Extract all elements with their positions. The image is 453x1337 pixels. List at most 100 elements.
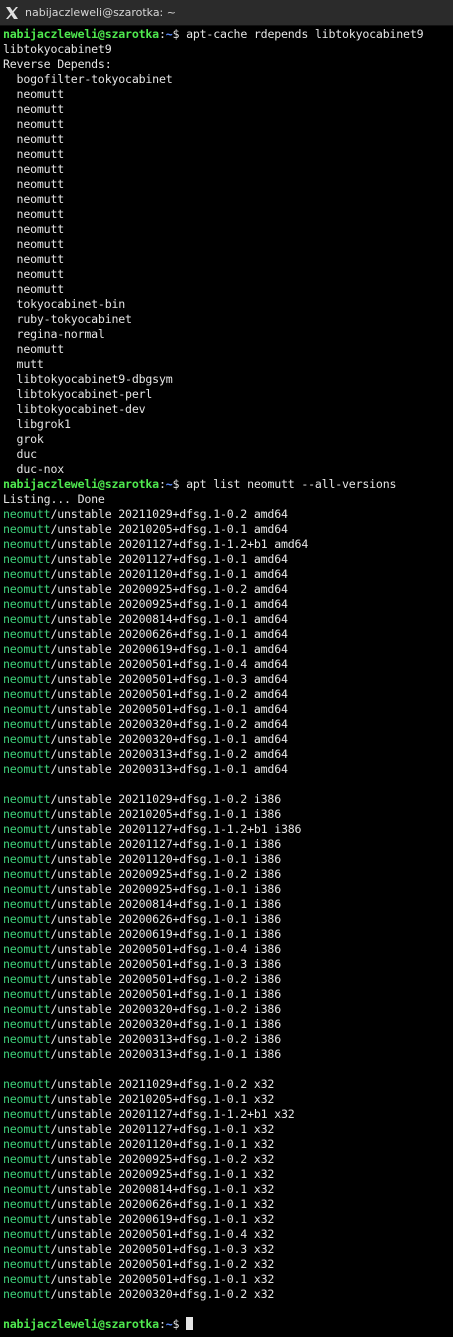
output-line: Reverse Depends:	[3, 57, 112, 71]
package-version-details: /unstable 20200320+dfsg.1-0.2 i386	[50, 1002, 281, 1016]
package-name: neomutt	[3, 1272, 51, 1286]
package-version-details: /unstable 20211029+dfsg.1-0.2 amd64	[50, 507, 288, 521]
package-name: neomutt	[3, 507, 51, 521]
package-version-details: /unstable 20200814+dfsg.1-0.1 x32	[50, 1182, 275, 1196]
package-name: neomutt	[3, 927, 51, 941]
package-version-details: /unstable 20200925+dfsg.1-0.1 amd64	[50, 597, 288, 611]
package-version-details: /unstable 20201127+dfsg.1-1.2+b1 i386	[50, 822, 302, 836]
package-name: neomutt	[3, 642, 51, 656]
output-line: neomutt	[3, 192, 65, 206]
package-name: neomutt	[3, 1002, 51, 1016]
output-line: libtokyocabinet-dev	[3, 402, 146, 416]
x-window-icon	[6, 6, 18, 19]
package-name: neomutt	[3, 1212, 51, 1226]
package-version-line: neomutt/unstable 20201127+dfsg.1-1.2+b1 …	[3, 537, 453, 552]
package-name: neomutt	[3, 1182, 51, 1196]
package-version-line: neomutt/unstable 20200501+dfsg.1-0.4 i38…	[3, 942, 453, 957]
window-titlebar[interactable]: nabijaczleweli@szarotka: ~	[0, 0, 453, 26]
package-name: neomutt	[3, 807, 51, 821]
package-name: neomutt	[3, 1242, 51, 1256]
package-name: neomutt	[3, 1257, 51, 1271]
package-version-details: /unstable 20200501+dfsg.1-0.2 i386	[50, 972, 281, 986]
package-version-line: neomutt/unstable 20200925+dfsg.1-0.2 amd…	[3, 582, 453, 597]
package-version-line: neomutt/unstable 20211029+dfsg.1-0.2 x32	[3, 1077, 453, 1092]
window-title: nabijaczleweli@szarotka: ~	[25, 6, 176, 19]
package-version-line: neomutt/unstable 20200925+dfsg.1-0.1 i38…	[3, 882, 453, 897]
package-name: neomutt	[3, 717, 51, 731]
package-version-line: neomutt/unstable 20200814+dfsg.1-0.1 i38…	[3, 897, 453, 912]
output-line: neomutt	[3, 237, 65, 251]
package-version-line: neomutt/unstable 20200501+dfsg.1-0.1 i38…	[3, 987, 453, 1002]
package-name: neomutt	[3, 912, 51, 926]
terminal-output[interactable]: nabijaczleweli@szarotka:~$ apt-cache rde…	[3, 27, 453, 1332]
package-version-line: neomutt/unstable 20200501+dfsg.1-0.2 i38…	[3, 972, 453, 987]
package-name: neomutt	[3, 1167, 51, 1181]
output-line: duc-nox	[3, 462, 65, 476]
package-version-details: /unstable 20200501+dfsg.1-0.3 x32	[50, 1242, 275, 1256]
package-version-details: /unstable 20200626+dfsg.1-0.1 amd64	[50, 627, 288, 641]
package-version-line: neomutt/unstable 20200619+dfsg.1-0.1 amd…	[3, 642, 453, 657]
package-version-line: neomutt/unstable 20200320+dfsg.1-0.1 amd…	[3, 732, 453, 747]
package-version-details: /unstable 20200619+dfsg.1-0.1 x32	[50, 1212, 275, 1226]
package-version-details: /unstable 20200619+dfsg.1-0.1 amd64	[50, 642, 288, 656]
package-version-line: neomutt/unstable 20200501+dfsg.1-0.2 amd…	[3, 687, 453, 702]
prompt-line: nabijaczleweli@szarotka:~$ apt list neom…	[3, 477, 453, 492]
output-line: neomutt	[3, 102, 65, 116]
output-line: libgrok1	[3, 417, 71, 431]
package-name: neomutt	[3, 1092, 51, 1106]
output-line: libtokyocabinet-perl	[3, 387, 153, 401]
package-version-details: /unstable 20200501+dfsg.1-0.1 amd64	[50, 702, 288, 716]
package-version-line: neomutt/unstable 20201120+dfsg.1-0.1 i38…	[3, 852, 453, 867]
package-version-details: /unstable 20200501+dfsg.1-0.2 x32	[50, 1257, 275, 1271]
output-line: Listing... Done	[3, 492, 105, 506]
package-name: neomutt	[3, 762, 51, 776]
package-version-details: /unstable 20210205+dfsg.1-0.1 x32	[50, 1092, 275, 1106]
package-name: neomutt	[3, 597, 51, 611]
package-name: neomutt	[3, 672, 51, 686]
output-line: neomutt	[3, 132, 65, 146]
prompt-user-host: nabijaczleweli@szarotka	[3, 27, 159, 41]
prompt-symbol: $	[172, 477, 187, 491]
package-version-line: neomutt/unstable 20210205+dfsg.1-0.1 i38…	[3, 807, 453, 822]
package-name: neomutt	[3, 1017, 51, 1031]
package-version-line: neomutt/unstable 20210205+dfsg.1-0.1 amd…	[3, 522, 453, 537]
package-version-details: /unstable 20200501+dfsg.1-0.2 amd64	[50, 687, 288, 701]
package-version-line: neomutt/unstable 20200501+dfsg.1-0.3 i38…	[3, 957, 453, 972]
prompt-user-host: nabijaczleweli@szarotka	[3, 1317, 159, 1331]
package-version-line: neomutt/unstable 20201127+dfsg.1-0.1 amd…	[3, 552, 453, 567]
package-name: neomutt	[3, 1077, 51, 1091]
package-name: neomutt	[3, 837, 51, 851]
package-version-details: /unstable 20200925+dfsg.1-0.1 x32	[50, 1167, 275, 1181]
package-version-line: neomutt/unstable 20211029+dfsg.1-0.2 i38…	[3, 792, 453, 807]
package-version-details: /unstable 20200626+dfsg.1-0.1 i386	[50, 912, 281, 926]
package-version-line: neomutt/unstable 20200501+dfsg.1-0.4 x32	[3, 1227, 453, 1242]
prompt-separator: :	[158, 477, 166, 491]
package-version-line: neomutt/unstable 20201120+dfsg.1-0.1 amd…	[3, 567, 453, 582]
package-name: neomutt	[3, 987, 51, 1001]
package-version-details: /unstable 20200501+dfsg.1-0.1 x32	[50, 1272, 275, 1286]
package-name: neomutt	[3, 732, 51, 746]
package-version-line: neomutt/unstable 20200501+dfsg.1-0.3 amd…	[3, 672, 453, 687]
package-name: neomutt	[3, 1047, 51, 1061]
prompt-line: nabijaczleweli@szarotka:~$ apt-cache rde…	[3, 27, 453, 42]
package-version-line: neomutt/unstable 20200501+dfsg.1-0.1 amd…	[3, 702, 453, 717]
package-version-line: neomutt/unstable 20200501+dfsg.1-0.1 x32	[3, 1272, 453, 1287]
package-name: neomutt	[3, 852, 51, 866]
prompt-separator: :	[158, 1317, 166, 1331]
package-version-line: neomutt/unstable 20200925+dfsg.1-0.2 x32	[3, 1152, 453, 1167]
package-version-line: neomutt/unstable 20201127+dfsg.1-1.2+b1 …	[3, 822, 453, 837]
text-cursor[interactable]	[186, 1317, 194, 1330]
package-version-details: /unstable 20211029+dfsg.1-0.2 i386	[50, 792, 281, 806]
package-version-details: /unstable 20201127+dfsg.1-0.1 i386	[50, 837, 281, 851]
package-name: neomutt	[3, 897, 51, 911]
package-version-details: /unstable 20200925+dfsg.1-0.2 amd64	[50, 582, 288, 596]
package-name: neomutt	[3, 1287, 51, 1301]
package-version-details: /unstable 20200313+dfsg.1-0.1 i386	[50, 1047, 281, 1061]
package-version-details: /unstable 20201120+dfsg.1-0.1 x32	[50, 1137, 275, 1151]
package-version-details: /unstable 20200501+dfsg.1-0.3 i386	[50, 957, 281, 971]
prompt-path: ~	[165, 477, 173, 491]
output-line: libtokyocabinet9-dbgsym	[3, 372, 173, 386]
output-line: tokyocabinet-bin	[3, 297, 126, 311]
